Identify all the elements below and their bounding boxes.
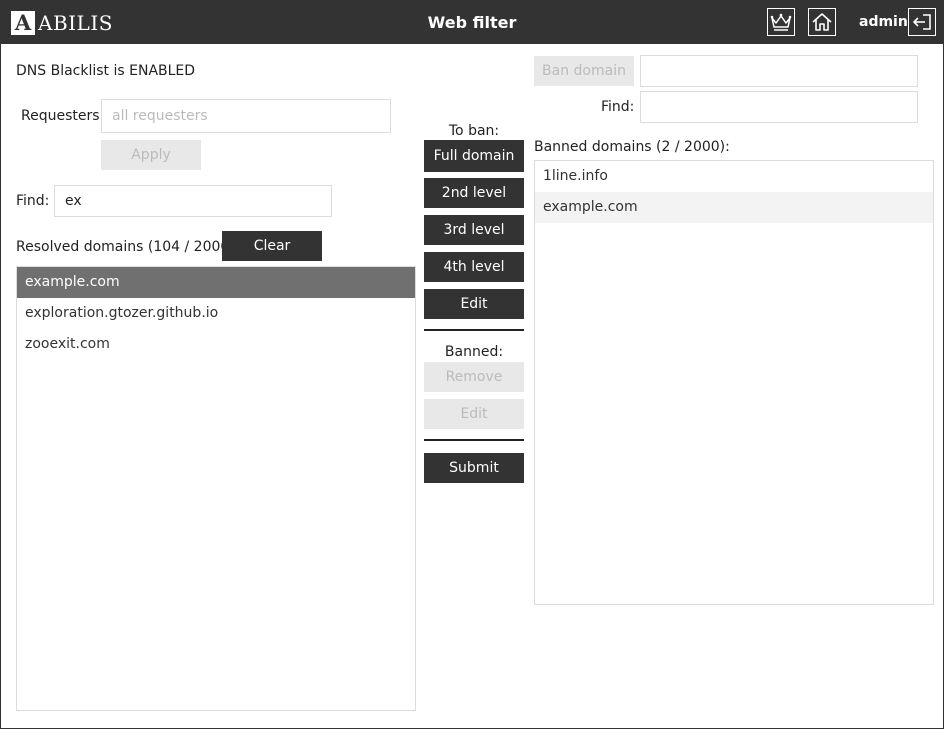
- logout-icon[interactable]: [908, 8, 936, 36]
- banned-domain-item[interactable]: example.com: [535, 192, 933, 223]
- banned-label: Banned:: [444, 344, 504, 360]
- page-title: Web filter: [427, 13, 517, 32]
- resolved-domain-item[interactable]: exploration.gtozer.github.io: [17, 298, 415, 329]
- separator: [424, 329, 524, 331]
- status-prefix: DNS Blacklist is: [16, 63, 125, 79]
- second-level-button[interactable]: 2nd level: [424, 178, 524, 208]
- resolved-domain-item[interactable]: example.com: [17, 267, 415, 298]
- ban-domain-input[interactable]: [640, 55, 918, 87]
- resolved-domains-list: example.com exploration.gtozer.github.io…: [16, 266, 416, 711]
- requesters-label: Requesters: [21, 108, 100, 124]
- left-find-label: Find:: [16, 193, 50, 209]
- requesters-input[interactable]: [101, 99, 391, 133]
- submit-button[interactable]: Submit: [424, 453, 524, 483]
- resolved-find-input[interactable]: [54, 185, 332, 217]
- ban-domain-button[interactable]: Ban domain: [534, 56, 634, 86]
- home-icon[interactable]: [808, 8, 836, 36]
- top-bar: A ABILIS Web filter admin: [1, 1, 943, 44]
- crown-icon[interactable]: [767, 8, 795, 36]
- separator: [424, 439, 524, 441]
- right-find-label: Find:: [601, 99, 635, 115]
- clear-button[interactable]: Clear: [222, 231, 322, 261]
- banned-domains-title: Banned domains (2 / 2000):: [534, 139, 730, 155]
- banned-domains-list: 1line.info example.com: [534, 160, 934, 605]
- fourth-level-button[interactable]: 4th level: [424, 252, 524, 282]
- user-name: admin: [859, 14, 908, 30]
- banned-domain-item[interactable]: 1line.info: [535, 161, 933, 192]
- edit-button[interactable]: Edit: [424, 289, 524, 319]
- app-window: A ABILIS Web filter admin DNS Blacklist …: [0, 0, 944, 729]
- apply-button[interactable]: Apply: [101, 140, 201, 170]
- resolved-domains-title: Resolved domains (104 / 2000): [16, 239, 235, 255]
- banned-find-input[interactable]: [640, 91, 918, 123]
- banned-edit-button[interactable]: Edit: [424, 399, 524, 429]
- full-domain-button[interactable]: Full domain: [424, 140, 524, 172]
- to-ban-label: To ban:: [448, 123, 500, 139]
- resolved-domain-item[interactable]: zooexit.com: [17, 329, 415, 360]
- status-state: ENABLED: [129, 63, 196, 79]
- remove-button[interactable]: Remove: [424, 362, 524, 392]
- dns-blacklist-status: DNS Blacklist is ENABLED: [16, 63, 195, 79]
- third-level-button[interactable]: 3rd level: [424, 215, 524, 245]
